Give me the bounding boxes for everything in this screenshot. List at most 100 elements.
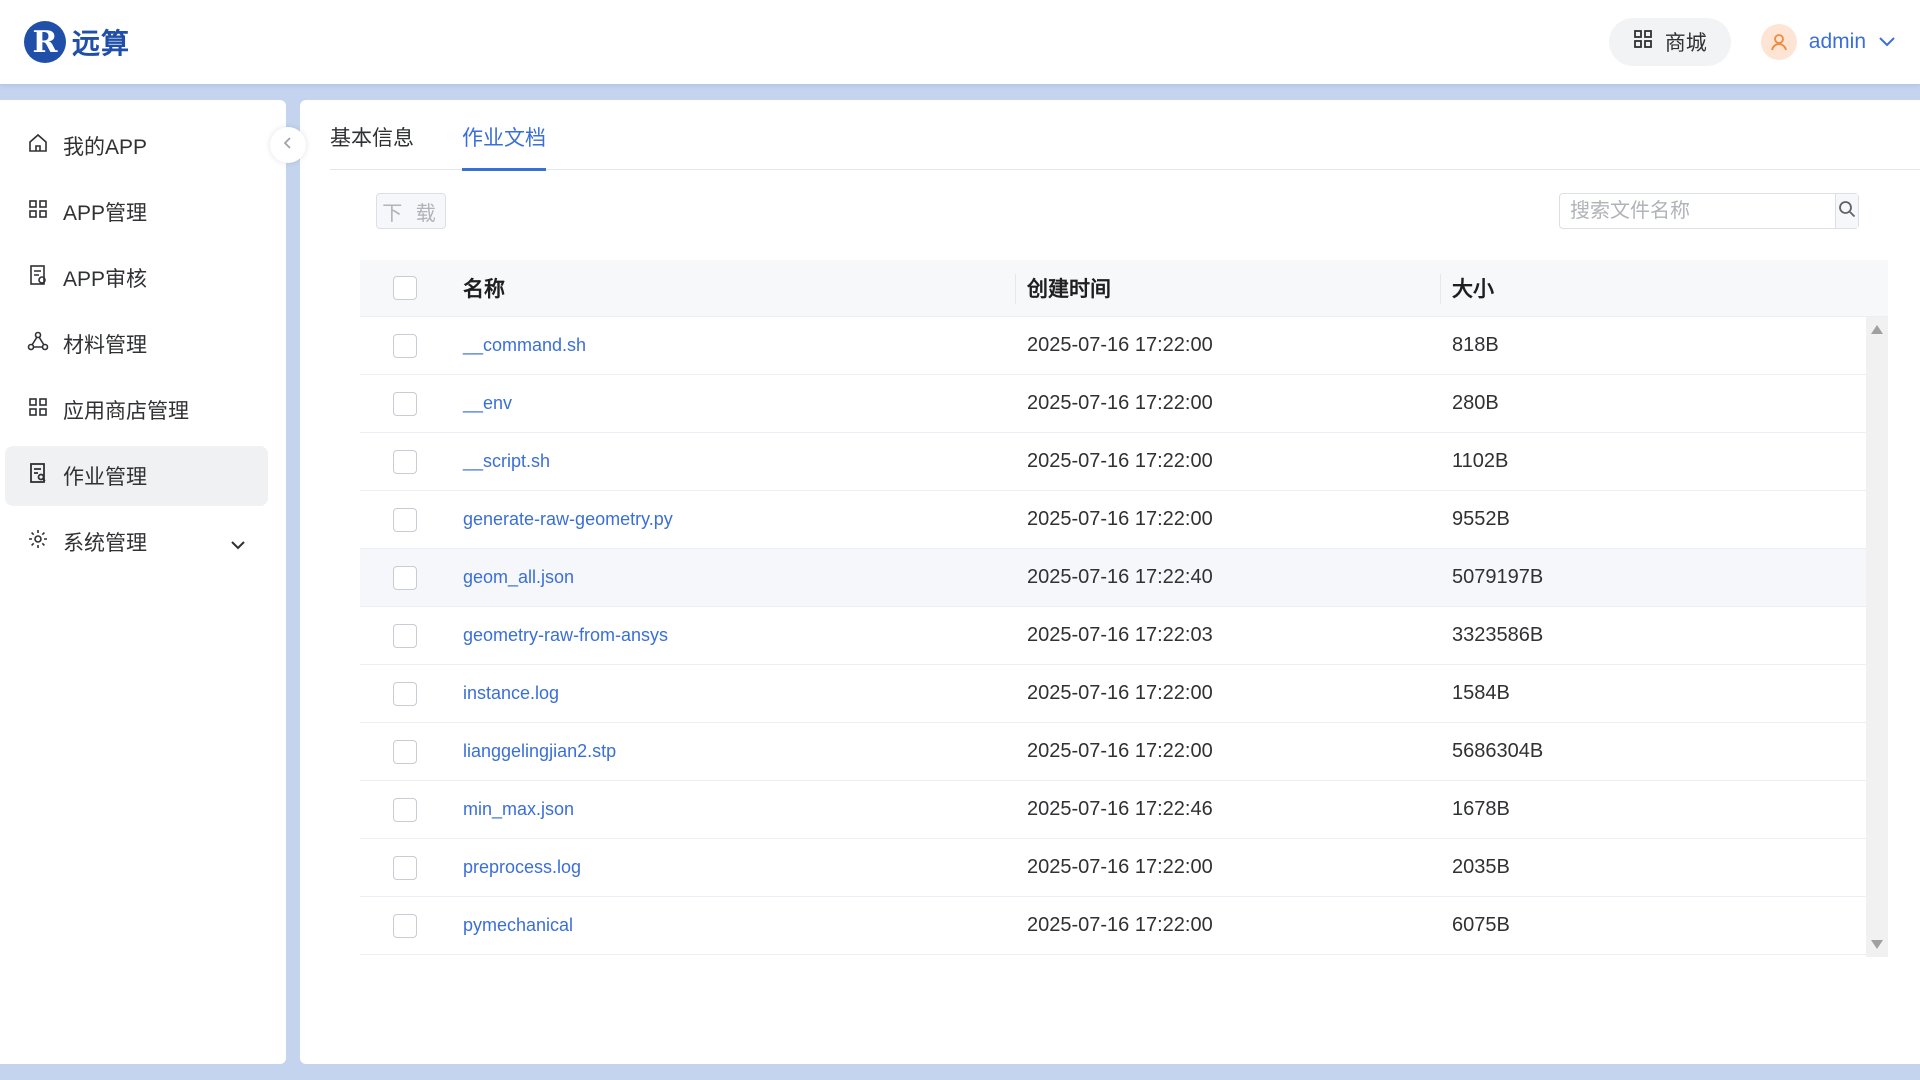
sidebar-item-app-review[interactable]: APP审核	[5, 248, 268, 308]
file-name-link[interactable]: min_max.json	[463, 799, 574, 820]
file-name-link[interactable]: geometry-raw-from-ansys	[463, 625, 668, 646]
row-checkbox[interactable]	[393, 681, 417, 706]
row-checkbox[interactable]	[393, 913, 417, 938]
sidebar-item-system-management[interactable]: 系统管理	[5, 512, 268, 572]
sidebar-item-label: 系统管理	[63, 532, 147, 555]
file-name-link[interactable]: pymechanical	[463, 915, 573, 936]
table-row[interactable]: __env 2025-07-16 17:22:00 280B	[360, 375, 1866, 433]
username: admin	[1808, 30, 1866, 53]
file-name-cell: preprocess.log	[463, 839, 1015, 896]
row-checkbox-cell	[360, 549, 463, 606]
created-time-cell: 2025-07-16 17:22:00	[1027, 508, 1213, 530]
file-name-link[interactable]: generate-raw-geometry.py	[463, 509, 673, 530]
user-icon	[1770, 34, 1787, 51]
column-header-size[interactable]: 大小	[1440, 260, 1888, 316]
row-checkbox-cell	[360, 665, 463, 722]
file-size-cell: 1584B	[1452, 682, 1510, 704]
file-size-cell: 6075B	[1452, 914, 1510, 936]
file-size-cell: 9552B	[1452, 508, 1510, 530]
sidebar-item-label: 作业管理	[63, 466, 147, 489]
table-row[interactable]: generate-raw-geometry.py 2025-07-16 17:22…	[360, 491, 1866, 549]
table-row[interactable]: preprocess.log 2025-07-16 17:22:00 2035B	[360, 839, 1866, 897]
logo-mark: R	[24, 21, 66, 63]
sidebar-item-label: APP管理	[63, 202, 148, 225]
search-button[interactable]	[1835, 194, 1858, 228]
sidebar-item-label: APP审核	[63, 268, 148, 291]
file-name-link[interactable]: preprocess.log	[463, 857, 581, 878]
table-row[interactable]: instance.log 2025-07-16 17:22:00 1584B	[360, 665, 1866, 723]
created-time-cell: 2025-07-16 17:22:00	[1027, 334, 1213, 356]
column-header-created[interactable]: 创建时间	[1015, 260, 1440, 316]
file-name-link[interactable]: instance.log	[463, 683, 559, 704]
table-row[interactable]: lianggelingjian2.stp 2025-07-16 17:22:00 5…	[360, 723, 1866, 781]
file-name-cell: geometry-raw-from-ansys	[463, 607, 1015, 664]
logo[interactable]: R 远算	[24, 21, 130, 63]
download-button[interactable]: 下 载	[376, 193, 446, 229]
row-checkbox[interactable]	[393, 391, 417, 416]
header-checkbox-cell	[360, 260, 463, 316]
grid-icon	[27, 396, 49, 424]
file-size-cell: 3323586B	[1452, 624, 1544, 646]
chevron-down-icon	[1878, 30, 1896, 54]
file-name-cell: lianggelingjian2.stp	[463, 723, 1015, 780]
file-size-cell: 280B	[1452, 392, 1499, 414]
file-name-cell: instance.log	[463, 665, 1015, 722]
file-name-link[interactable]: __command.sh	[463, 335, 586, 356]
file-name-cell: __script.sh	[463, 433, 1015, 490]
sidebar-item-label: 材料管理	[63, 334, 147, 357]
row-checkbox[interactable]	[393, 739, 417, 764]
scroll-up-arrow[interactable]	[1871, 325, 1883, 334]
row-checkbox[interactable]	[393, 623, 417, 648]
scroll-down-arrow[interactable]	[1871, 940, 1883, 949]
table-row[interactable]: __script.sh 2025-07-16 17:22:00 1102B	[360, 433, 1866, 491]
file-name-link[interactable]: __script.sh	[463, 451, 550, 472]
search-box	[1559, 193, 1859, 229]
file-name-link[interactable]: lianggelingjian2.stp	[463, 741, 616, 762]
job-icon	[27, 462, 49, 490]
table-row[interactable]: geometry-raw-from-ansys 2025-07-16 17:22:…	[360, 607, 1866, 665]
table-row[interactable]: __command.sh 2025-07-16 17:22:00 818B	[360, 317, 1866, 375]
tab-basic-info[interactable]: 基本信息	[330, 100, 414, 170]
row-checkbox[interactable]	[393, 333, 417, 358]
file-name-link[interactable]: geom_all.json	[463, 567, 574, 588]
sidebar-item-job-management[interactable]: 作业管理	[5, 446, 268, 506]
row-checkbox[interactable]	[393, 507, 417, 532]
sidebar-item-materials[interactable]: 材料管理	[5, 314, 268, 374]
file-name-link[interactable]: __env	[463, 393, 512, 414]
file-size-cell: 5079197B	[1452, 566, 1544, 588]
tab-job-documents[interactable]: 作业文档	[462, 100, 546, 171]
search-input[interactable]	[1560, 194, 1835, 228]
table-row[interactable]: pymechanical 2025-07-16 17:22:00 6075B	[360, 897, 1866, 955]
mall-label: 商城	[1664, 32, 1707, 55]
sidebar-item-store-management[interactable]: 应用商店管理	[5, 380, 268, 440]
row-checkbox-cell	[360, 375, 463, 432]
row-checkbox[interactable]	[393, 565, 417, 590]
file-name-cell: geom_all.json	[463, 549, 1015, 606]
search-icon	[1838, 200, 1856, 223]
created-time-cell: 2025-07-16 17:22:40	[1027, 566, 1213, 588]
row-checkbox[interactable]	[393, 449, 417, 474]
scrollbar-thumb[interactable]	[1870, 341, 1884, 933]
row-checkbox[interactable]	[393, 797, 417, 822]
created-time-cell: 2025-07-16 17:22:00	[1027, 392, 1213, 414]
sidebar: 我的APP APP管理 APP审核 材料管理 应用商店管理 作业管理 系统管理	[0, 100, 286, 1064]
row-checkbox-cell	[360, 839, 463, 896]
mall-button[interactable]: 商城	[1608, 18, 1731, 66]
table-row[interactable]: min_max.json 2025-07-16 17:22:46 1678B	[360, 781, 1866, 839]
file-size-cell: 5686304B	[1452, 740, 1544, 762]
file-name-cell: generate-raw-geometry.py	[463, 491, 1015, 548]
sidebar-item-my-app[interactable]: 我的APP	[5, 116, 268, 176]
sidebar-collapse-button[interactable]	[270, 127, 306, 163]
column-header-name[interactable]: 名称	[463, 260, 1015, 316]
grid-icon	[1633, 29, 1653, 55]
sidebar-item-app-management[interactable]: APP管理	[5, 182, 268, 242]
table-row[interactable]: geom_all.json 2025-07-16 17:22:40 5079197B	[360, 549, 1866, 607]
file-name-cell: __command.sh	[463, 317, 1015, 374]
user-menu[interactable]: admin	[1760, 24, 1896, 60]
select-all-checkbox[interactable]	[393, 276, 417, 300]
row-checkbox-cell	[360, 433, 463, 490]
created-time-cell: 2025-07-16 17:22:00	[1027, 856, 1213, 878]
sidebar-item-label: 我的APP	[63, 136, 148, 159]
vertical-scrollbar[interactable]	[1866, 317, 1888, 957]
row-checkbox[interactable]	[393, 855, 417, 880]
